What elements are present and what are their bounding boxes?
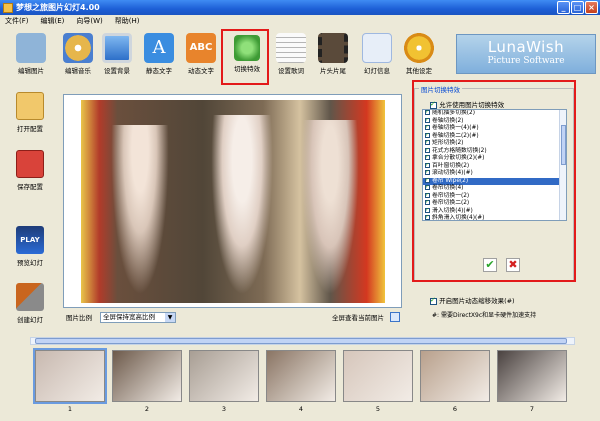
abc-icon: ABC	[186, 33, 216, 63]
thumbnail-number: 4	[298, 405, 304, 413]
document-pen-icon	[362, 33, 392, 63]
directx-note: #: 需要DirectX9c和显卡硬件加速支持	[432, 312, 537, 319]
dynamic-text-button[interactable]: ABC 动态文字	[178, 27, 224, 83]
menu-bar: 文件(F) 编辑(E) 向导(W) 帮助(H)	[0, 15, 600, 27]
thumbnail-image[interactable]	[189, 350, 259, 402]
intro-outro-button[interactable]: 片头片尾	[310, 27, 356, 83]
menu-file[interactable]: 文件(F)	[5, 16, 29, 26]
preview-slideshow-button[interactable]: PLAY 预览幻灯	[5, 226, 55, 267]
thumbnail-image[interactable]	[266, 350, 336, 402]
menu-help[interactable]: 帮助(H)	[115, 16, 140, 26]
thumbnail-strip: 1 2 3 4 5 6 7	[30, 348, 575, 418]
thumbnail-number: 6	[452, 405, 458, 413]
play-icon: PLAY	[16, 226, 44, 254]
figure-left	[111, 125, 169, 295]
thumbnail-image[interactable]	[497, 350, 567, 402]
open-folder-icon	[16, 92, 44, 120]
film-strip-icon	[318, 33, 348, 63]
menu-wizard[interactable]: 向导(W)	[76, 16, 102, 26]
app-icon	[3, 2, 13, 13]
thumbnail-number: 7	[529, 405, 535, 413]
dynamic-zoom-label: 开启图片动态缩移效果(#)	[439, 297, 515, 305]
thumbnail-item[interactable]: 3	[188, 348, 260, 418]
thumbnail-item[interactable]: 6	[419, 348, 491, 418]
ratio-select[interactable]: 全屏保持宽高比例 ▼	[100, 311, 176, 323]
create-slideshow-button[interactable]: 创建幻灯	[5, 283, 55, 324]
lunawish-logo: LunaWish Picture Software	[456, 34, 596, 74]
thumbnail-scrollbar[interactable]	[30, 337, 575, 345]
window-controls: _ □ ×	[557, 1, 598, 14]
minimize-button[interactable]: _	[557, 1, 570, 14]
other-settings-button[interactable]: 其他设定	[396, 27, 442, 83]
thumbnail-item[interactable]: 7	[496, 348, 568, 418]
save-config-button[interactable]: 保存配置	[5, 150, 55, 191]
chevron-down-icon: ▼	[165, 312, 175, 322]
edit-image-button[interactable]: 编辑图片	[8, 27, 54, 83]
thumbnail-scrollbar-thumb[interactable]	[35, 338, 567, 344]
preview-image	[81, 100, 385, 303]
fullscreen-icon[interactable]	[390, 312, 400, 322]
close-button[interactable]: ×	[585, 1, 598, 14]
static-text-button[interactable]: A 静态文字	[136, 27, 182, 83]
thumbnail-image[interactable]	[343, 350, 413, 402]
gears-icon	[404, 33, 434, 63]
thumbnail-item[interactable]: 1	[33, 348, 107, 418]
selected-tool-highlight	[221, 29, 269, 85]
thumbnail-image[interactable]	[33, 348, 107, 404]
thumbnail-item[interactable]: 2	[111, 348, 183, 418]
thumbnail-image[interactable]	[112, 350, 182, 402]
ratio-label: 图片比例	[66, 314, 92, 322]
figure-center	[211, 115, 273, 295]
open-config-button[interactable]: 打开配置	[5, 92, 55, 133]
thumbnail-number: 5	[375, 405, 381, 413]
set-lyrics-button[interactable]: 设置歌词	[268, 27, 314, 83]
music-cd-icon	[63, 33, 93, 63]
letter-a-icon: A	[144, 33, 174, 63]
picture-edit-icon	[16, 33, 46, 63]
window-title: 梦想之旅图片幻灯4.00	[16, 3, 100, 12]
notepad-icon	[276, 33, 306, 63]
effects-panel-highlight	[412, 80, 576, 282]
ratio-row: 图片比例 全屏保持宽高比例 ▼ 全屏查看当前图片	[66, 310, 402, 324]
thumbnail-image[interactable]	[420, 350, 490, 402]
thumbnail-item[interactable]: 5	[342, 348, 414, 418]
thumbnail-item[interactable]: 4	[265, 348, 337, 418]
slideshow-info-button[interactable]: 幻灯信息	[354, 27, 400, 83]
dynamic-zoom-checkbox[interactable]	[430, 296, 437, 305]
figure-right	[301, 120, 359, 295]
title-bar: 梦想之旅图片幻灯4.00 _ □ ×	[0, 0, 600, 15]
save-disk-icon	[16, 150, 44, 178]
dynamic-zoom-row[interactable]: 开启图片动态缩移效果(#)	[430, 295, 515, 305]
thumbnail-number: 2	[144, 405, 150, 413]
maximize-button[interactable]: □	[571, 1, 584, 14]
fullscreen-view-link[interactable]: 全屏查看当前图片	[332, 312, 384, 322]
thumbnail-number: 1	[67, 405, 73, 413]
tools-icon	[16, 283, 44, 311]
set-background-button[interactable]: 设置背景	[94, 27, 140, 83]
monitor-icon	[102, 33, 132, 63]
thumbnail-number: 3	[221, 405, 227, 413]
menu-edit[interactable]: 编辑(E)	[41, 16, 65, 26]
